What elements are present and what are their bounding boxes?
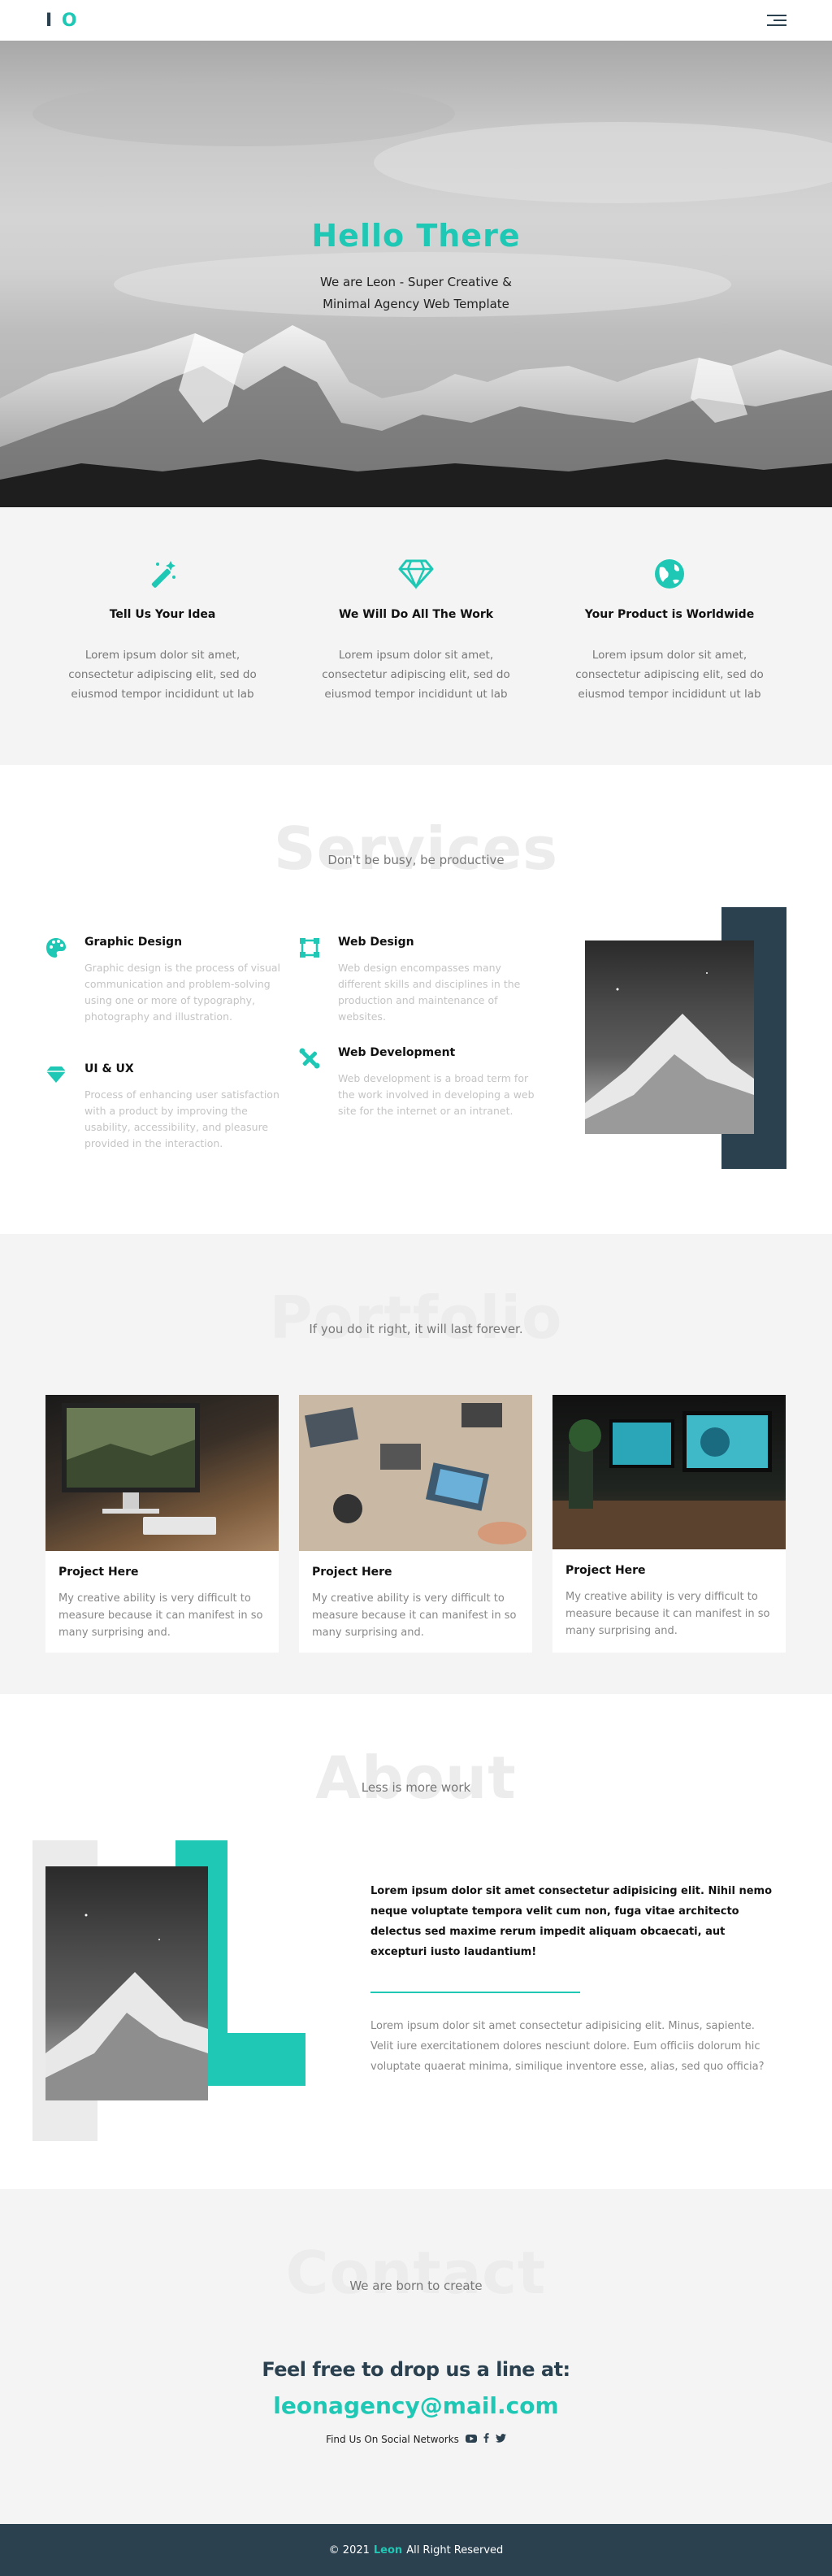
service-item: UI & UX Process of enhancing user satisf… (46, 1062, 289, 1152)
footer-brand-link[interactable]: Leon (374, 2544, 402, 2556)
portfolio-card[interactable]: Project Here My creative ability is very… (46, 1395, 279, 1653)
twitter-icon[interactable] (495, 2433, 506, 2445)
project-image (552, 1395, 786, 1549)
project-text: My creative ability is very difficult to… (58, 1592, 263, 1639)
service-text: Web development is a broad term for the … (338, 1072, 535, 1117)
service-text: Process of enhancing user satisfaction w… (84, 1088, 280, 1149)
feature-text: Lorem ipsum dolor sit amet, consectetur … (322, 649, 510, 701)
portfolio-ghost-title: Portfolio (269, 1284, 563, 1352)
features-section: Tell Us Your Idea Lorem ipsum dolor sit … (0, 507, 832, 765)
service-item: Web Design Web design encompasses many d… (299, 936, 543, 1025)
about-subtitle: Less is more work (361, 1780, 471, 1795)
logo-bar: I (46, 10, 54, 31)
about-bold-text: Lorem ipsum dolor sit amet consectetur a… (370, 1885, 773, 1958)
services-ghost-title: Services (273, 815, 559, 883)
service-title: Web Design (338, 936, 414, 949)
about-ghost-title: About (315, 1744, 517, 1812)
hero-subtitle-line-1: We are Leon - Super Creative & (320, 275, 512, 289)
section-heading: About Less is more work (0, 1741, 832, 1822)
portfolio-subtitle: If you do it right, it will last forever… (309, 1322, 523, 1336)
project-text: My creative ability is very difficult to… (566, 1591, 770, 1637)
logo-o: O (61, 10, 79, 31)
contact-email-link[interactable]: leonagency@mail.com (0, 2392, 832, 2419)
about-image-block (32, 1840, 309, 2141)
vector-nodes-icon (299, 937, 320, 958)
services-image-block (585, 907, 786, 1169)
section-heading: Portfolio If you do it right, it will la… (0, 1281, 832, 1362)
accent-divider (370, 1992, 580, 1993)
feature-title: Tell Us Your Idea (109, 608, 216, 621)
hamburger-icon[interactable] (767, 15, 786, 26)
feature-title: We Will Do All The Work (338, 608, 494, 621)
section-heading: Services Don't be busy, be productive (0, 812, 832, 893)
service-item: Graphic Design Graphic design is the pro… (46, 936, 289, 1025)
service-title: UI & UX (84, 1062, 134, 1075)
palette-icon (46, 937, 67, 958)
site-footer: © 2021 Leon All Right Reserved (0, 2524, 832, 2576)
services-section: Services Don't be busy, be productive Gr… (0, 765, 832, 1234)
project-text: My creative ability is very difficult to… (312, 1592, 517, 1639)
feature-title: Your Product is Worldwide (584, 608, 755, 621)
footer-rights: All Right Reserved (406, 2543, 504, 2556)
globe-icon (568, 556, 771, 592)
hero-subtitle-line-2: Minimal Agency Web Template (323, 297, 509, 311)
diamond-icon (314, 556, 518, 592)
about-text-block: Lorem ipsum dolor sit amet consectetur a… (370, 1881, 777, 2077)
about-mountain-photo (46, 1866, 208, 2100)
contact-subtitle: We are born to create (349, 2278, 483, 2293)
youtube-icon[interactable] (465, 2434, 477, 2445)
portfolio-section: Portfolio If you do it right, it will la… (0, 1234, 832, 1694)
top-navbar: I O (0, 0, 832, 41)
service-text: Web design encompasses many different sk… (338, 962, 521, 1023)
feature-text: Lorem ipsum dolor sit amet, consectetur … (68, 649, 257, 701)
hero-subtitle: We are Leon - Super Creative & Minimal A… (0, 272, 832, 315)
service-title: Web Development (338, 1046, 456, 1059)
about-section: About Less is more work Lorem ipsum dolo… (0, 1694, 832, 2189)
hero-title: Hello There (311, 218, 521, 254)
service-text: Graphic design is the process of visual … (84, 962, 281, 1023)
services-subtitle: Don't be busy, be productive (327, 853, 505, 867)
section-heading: Contact We are born to create (0, 2236, 832, 2318)
portfolio-card[interactable]: Project Here My creative ability is very… (299, 1395, 532, 1653)
contact-ghost-title: Contact (285, 2239, 547, 2307)
feature-item: Your Product is Worldwide Lorem ipsum do… (568, 556, 771, 765)
facebook-icon[interactable] (483, 2433, 489, 2445)
diamond-icon (46, 1064, 67, 1085)
service-title: Graphic Design (84, 936, 183, 949)
contact-headline: Feel free to drop us a line at: (262, 2358, 570, 2381)
feature-item: We Will Do All The Work Lorem ipsum dolo… (314, 556, 518, 765)
footer-copyright: © 2021 (328, 2543, 370, 2556)
about-light-text: Lorem ipsum dolor sit amet consectetur a… (370, 2020, 765, 2073)
services-mountain-photo (585, 940, 754, 1134)
magic-wand-icon (61, 556, 264, 592)
project-title: Project Here (566, 1564, 646, 1577)
project-title: Project Here (58, 1566, 139, 1579)
site-logo[interactable]: I O (46, 11, 79, 31)
social-label: Find Us On Social Networks (326, 2433, 459, 2445)
project-title: Project Here (312, 1566, 392, 1579)
service-item: Web Development Web development is a bro… (299, 1046, 543, 1119)
tools-icon (299, 1048, 320, 1069)
feature-item: Tell Us Your Idea Lorem ipsum dolor sit … (61, 556, 264, 765)
project-image (46, 1395, 279, 1551)
feature-text: Lorem ipsum dolor sit amet, consectetur … (575, 649, 764, 701)
portfolio-card[interactable]: Project Here My creative ability is very… (552, 1395, 786, 1653)
social-links: Find Us On Social Networks (0, 2433, 832, 2445)
portfolio-cards: Project Here My creative ability is very… (46, 1395, 786, 1653)
hero-section: Hello There We are Leon - Super Creative… (0, 41, 832, 507)
project-image (299, 1395, 532, 1551)
contact-section: Contact We are born to create Feel free … (0, 2189, 832, 2524)
